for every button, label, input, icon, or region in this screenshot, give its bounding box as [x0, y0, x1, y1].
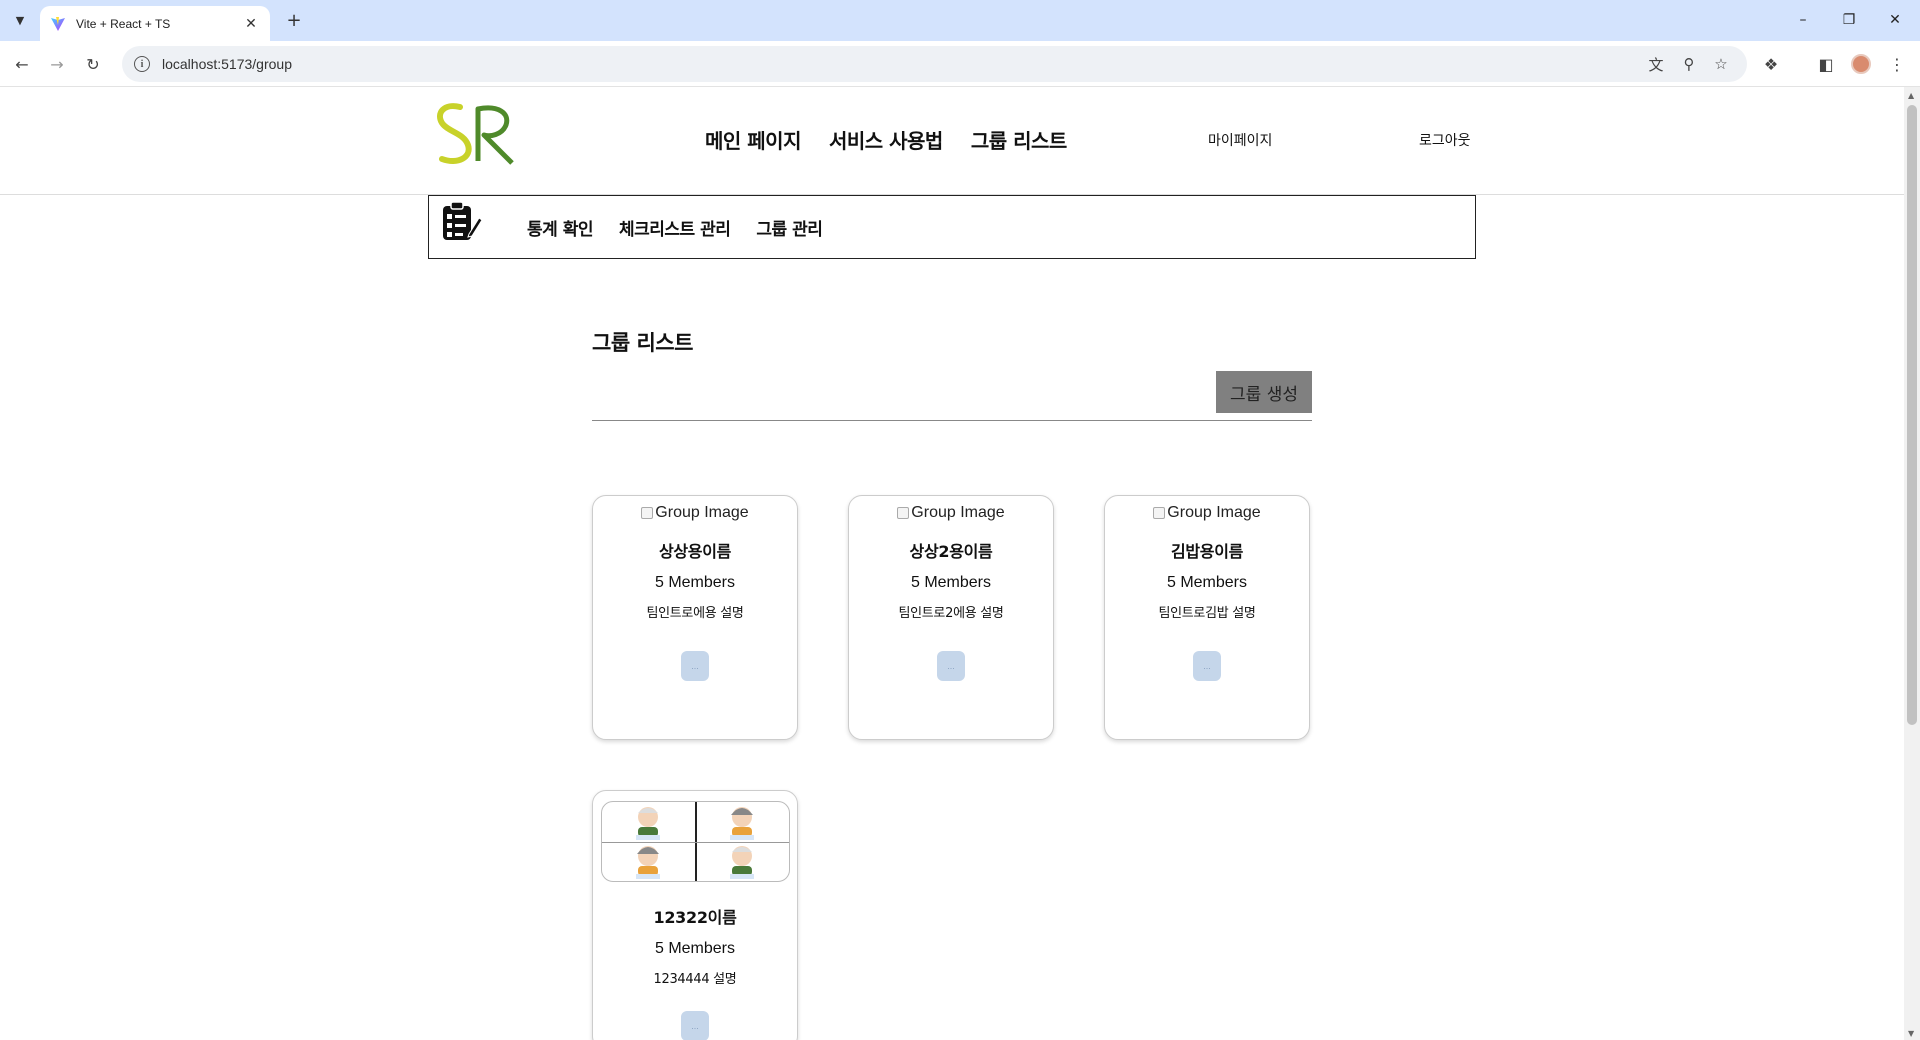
group-card[interactable]: Group Image 상상2용이름 5 Members 팀인트로2에용 설명 …	[848, 495, 1054, 740]
group-members: 5 Members	[654, 940, 736, 957]
address-bar[interactable]: i localhost:5173/group 文 ⚲ ☆	[122, 46, 1747, 82]
browser-tab-strip: ▼ Vite + React + TS ✕ + – ❐ ✕	[0, 0, 1920, 41]
profile-avatar[interactable]	[1851, 54, 1871, 74]
browser-toolbar: ← → ↻ i localhost:5173/group 文 ⚲ ☆ ❖ ◧ ⋮	[0, 41, 1920, 87]
group-card-button[interactable]: ...	[937, 651, 965, 681]
member-avatar	[695, 842, 789, 882]
broken-image-icon	[897, 507, 910, 519]
reload-icon[interactable]: ↻	[79, 50, 107, 78]
broken-image-icon	[641, 507, 654, 519]
tab-search-icon[interactable]: ▼	[8, 8, 32, 32]
group-name: 상상용이름	[658, 542, 732, 561]
member-avatar	[602, 842, 696, 882]
extensions-icon[interactable]: ❖	[1757, 50, 1785, 78]
member-avatar	[695, 802, 789, 842]
sr-logo[interactable]	[430, 99, 520, 169]
group-image: Group Image	[593, 502, 797, 524]
divider	[592, 420, 1312, 421]
group-image-alt: Group Image	[1167, 504, 1261, 521]
group-image: Group Image	[849, 502, 1053, 524]
grid-divider	[601, 842, 789, 843]
back-icon[interactable]: ←	[8, 50, 36, 78]
create-group-button[interactable]: 그룹 생성	[1216, 371, 1312, 413]
nav-service-guide[interactable]: 서비스 사용법	[829, 125, 943, 154]
logout-link[interactable]: 로그아웃	[1419, 130, 1471, 150]
scroll-down-icon[interactable]: ▼	[1908, 1029, 1914, 1038]
scroll-up-icon[interactable]: ▲	[1908, 91, 1914, 100]
group-members: 5 Members	[910, 574, 992, 591]
menu-kebab-icon[interactable]: ⋮	[1883, 50, 1911, 78]
group-card[interactable]: 12322이름 5 Members 1234444 설명 ...	[592, 790, 798, 1040]
group-card-button[interactable]: ...	[681, 651, 709, 681]
tab-title: Vite + React + TS	[76, 16, 171, 31]
member-avatar	[602, 802, 696, 842]
group-members: 5 Members	[1166, 574, 1248, 591]
page-viewport: 메인 페이지 서비스 사용법 그룹 리스트 마이페이지 로그아웃 통계 확인 체…	[0, 87, 1904, 1040]
url-text: localhost:5173/group	[162, 56, 292, 72]
subnav-statistics[interactable]: 통계 확인	[527, 215, 593, 240]
subnav-group-manage[interactable]: 그룹 관리	[756, 215, 822, 240]
page-scrollbar[interactable]: ▲ ▼	[1904, 87, 1920, 1040]
group-image-alt: Group Image	[911, 504, 1005, 521]
group-card-button[interactable]: ...	[1193, 651, 1221, 681]
restore-icon[interactable]: ❐	[1826, 6, 1872, 34]
broken-image-icon	[1153, 507, 1166, 519]
group-name: 김밥용이름	[1170, 542, 1244, 561]
zoom-icon[interactable]: ⚲	[1675, 46, 1703, 82]
group-card[interactable]: Group Image 상상용이름 5 Members 팀인트로에용 설명 ..…	[592, 495, 798, 740]
group-description: 팀인트로김밥 설명	[1158, 606, 1256, 621]
bookmark-star-icon[interactable]: ☆	[1707, 46, 1735, 82]
sub-navigation: 통계 확인 체크리스트 관리 그룹 관리	[428, 195, 1476, 259]
side-panel-icon[interactable]: ◧	[1812, 50, 1840, 78]
nav-main-page[interactable]: 메인 페이지	[705, 125, 801, 154]
group-photo-grid	[600, 801, 790, 882]
mypage-link[interactable]: 마이페이지	[1208, 130, 1272, 150]
group-card-button[interactable]: ...	[681, 1011, 709, 1040]
translate-icon[interactable]: 文	[1642, 46, 1670, 82]
page-title: 그룹 리스트	[592, 331, 693, 355]
site-info-icon[interactable]: i	[134, 56, 150, 72]
group-description: 1234444 설명	[653, 972, 737, 987]
group-image: Group Image	[1105, 502, 1309, 524]
group-description: 팀인트로에용 설명	[646, 606, 744, 621]
site-header: 메인 페이지 서비스 사용법 그룹 리스트 마이페이지 로그아웃	[0, 87, 1904, 195]
group-image-alt: Group Image	[655, 504, 749, 521]
vite-favicon	[51, 16, 65, 31]
group-name: 상상2용이름	[909, 542, 993, 561]
checklist-clipboard-icon	[443, 201, 483, 240]
browser-tab[interactable]: Vite + React + TS ✕	[40, 6, 270, 41]
forward-icon[interactable]: →	[43, 50, 71, 78]
minimize-icon[interactable]: –	[1780, 6, 1826, 34]
new-tab-icon[interactable]: +	[282, 8, 306, 32]
main-nav: 메인 페이지 서비스 사용법 그룹 리스트	[705, 125, 1067, 154]
group-members: 5 Members	[654, 574, 736, 591]
window-close-icon[interactable]: ✕	[1872, 6, 1918, 34]
subnav-links: 통계 확인 체크리스트 관리 그룹 관리	[527, 215, 823, 240]
close-icon[interactable]: ✕	[242, 16, 260, 32]
group-description: 팀인트로2에용 설명	[898, 606, 1004, 621]
group-name: 12322이름	[653, 908, 737, 927]
subnav-checklist-manage[interactable]: 체크리스트 관리	[619, 215, 731, 240]
group-card[interactable]: Group Image 김밥용이름 5 Members 팀인트로김밥 설명 ..…	[1104, 495, 1310, 740]
scroll-thumb[interactable]	[1907, 105, 1917, 725]
nav-group-list[interactable]: 그룹 리스트	[971, 125, 1067, 154]
